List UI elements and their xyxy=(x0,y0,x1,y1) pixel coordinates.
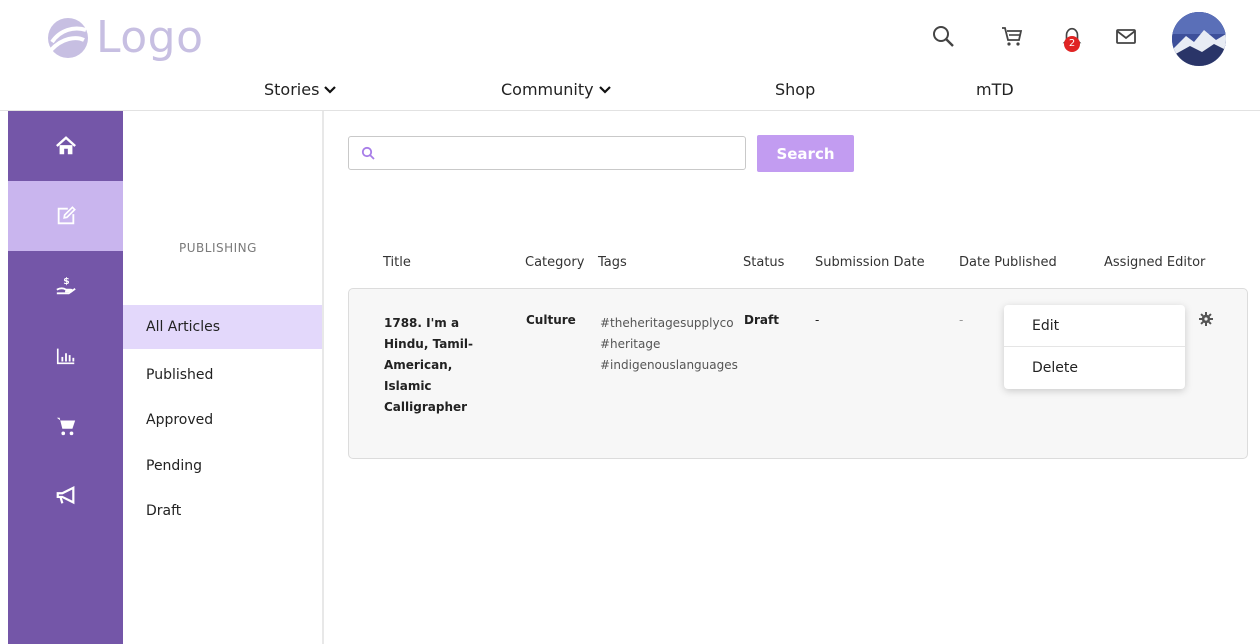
row-action-menu: Edit Delete xyxy=(1004,305,1185,389)
rail-publishing[interactable] xyxy=(8,181,123,251)
nav-stories[interactable]: Stories xyxy=(264,80,337,99)
menu-item-edit[interactable]: Edit xyxy=(1004,305,1185,347)
logo[interactable]: Logo xyxy=(46,12,204,64)
cart-icon xyxy=(56,417,75,436)
logo-text: Logo xyxy=(96,12,204,63)
article-tags: #theheritagesupplyco #heritage #indigeno… xyxy=(600,313,738,376)
search-icon xyxy=(361,146,375,160)
column-header-assigned-editor[interactable]: Assigned Editor xyxy=(1104,255,1205,270)
rail-shop[interactable] xyxy=(8,391,123,461)
megaphone-icon xyxy=(56,485,74,505)
tag: #indigenouslanguages xyxy=(600,358,738,372)
svg-text:$: $ xyxy=(63,276,69,287)
rail-analytics[interactable] xyxy=(8,321,123,391)
article-category: Culture xyxy=(526,313,576,327)
sidebar-item-draft[interactable]: Draft xyxy=(123,489,322,533)
edit-icon xyxy=(57,206,76,225)
cart-icon[interactable] xyxy=(998,22,1026,50)
nav-community[interactable]: Community xyxy=(501,80,611,99)
chevron-down-icon xyxy=(598,85,611,94)
section-title: PUBLISHING xyxy=(179,241,257,255)
column-header-title[interactable]: Title xyxy=(383,255,411,270)
article-title[interactable]: 1788. I'm a Hindu, Tamil-American, Islam… xyxy=(384,313,494,418)
rail-marketing[interactable] xyxy=(8,461,123,531)
gear-icon[interactable] xyxy=(1198,311,1214,327)
search-box[interactable] xyxy=(348,136,746,170)
publishing-sidebar: PUBLISHING All Articles Published Approv… xyxy=(123,111,323,644)
column-header-status[interactable]: Status xyxy=(743,255,784,270)
column-header-date-published[interactable]: Date Published xyxy=(959,255,1057,270)
sidebar-item-pending[interactable]: Pending xyxy=(123,444,322,488)
sidebar-item-all-articles[interactable]: All Articles xyxy=(123,305,322,349)
icon-rail: $ xyxy=(8,111,123,644)
chevron-down-icon xyxy=(324,85,337,94)
status-badge: Draft xyxy=(744,313,779,327)
rail-home[interactable] xyxy=(8,111,123,181)
submission-date: - xyxy=(815,313,820,327)
search-icon[interactable] xyxy=(929,22,957,50)
search-input[interactable] xyxy=(383,138,745,168)
sidebar-item-approved[interactable]: Approved xyxy=(123,398,322,442)
home-icon xyxy=(55,136,76,155)
nav-mtd[interactable]: mTD xyxy=(976,80,1014,99)
rail-earnings[interactable]: $ xyxy=(8,251,123,321)
analytics-icon xyxy=(56,348,74,365)
sidebar-divider xyxy=(322,111,324,644)
column-header-submission-date[interactable]: Submission Date xyxy=(815,255,925,270)
mail-icon[interactable] xyxy=(1112,22,1140,50)
avatar[interactable] xyxy=(1172,12,1226,66)
avatar-image-icon xyxy=(1172,12,1226,66)
nav-community-label: Community xyxy=(501,80,594,99)
earnings-icon: $ xyxy=(55,276,76,295)
notification-badge: 2 xyxy=(1064,36,1080,52)
tag: #theheritagesupplyco xyxy=(600,316,734,330)
nav-mtd-label: mTD xyxy=(976,80,1014,99)
nav-stories-label: Stories xyxy=(264,80,320,99)
menu-item-delete[interactable]: Delete xyxy=(1004,347,1185,389)
logo-mark-icon xyxy=(48,18,88,58)
tag: #heritage xyxy=(600,337,661,351)
column-header-category[interactable]: Category xyxy=(525,255,584,270)
search-button[interactable]: Search xyxy=(757,135,854,172)
date-published: - xyxy=(959,313,964,327)
column-header-tags[interactable]: Tags xyxy=(598,255,627,270)
nav-shop-label: Shop xyxy=(775,80,816,99)
nav-shop[interactable]: Shop xyxy=(775,80,815,99)
sidebar-item-published[interactable]: Published xyxy=(123,353,322,397)
